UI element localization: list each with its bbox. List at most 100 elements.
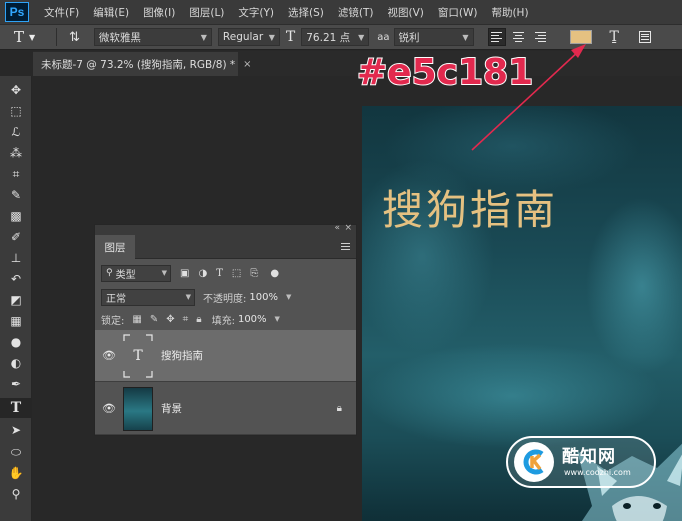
- options-bar: T ▼ ⇅ 微软雅黑 ▼ Regular ▼ T 76.21 点 ▼ aa 锐利 …: [0, 24, 682, 50]
- tab-layers[interactable]: 图层: [95, 235, 135, 259]
- gradient-tool-icon[interactable]: ▦: [0, 311, 32, 331]
- font-size-select[interactable]: 76.21 点 ▼: [301, 28, 370, 46]
- blur-tool-icon[interactable]: ●: [0, 332, 32, 352]
- lock-icon: 🔒︎: [336, 403, 342, 414]
- color-annotation-label: #e5c181: [356, 51, 534, 94]
- menu-type[interactable]: 文字(Y): [231, 5, 281, 20]
- dodge-tool-icon[interactable]: ◐: [0, 353, 32, 373]
- menu-view[interactable]: 视图(V): [380, 5, 430, 20]
- font-family-select[interactable]: 微软雅黑 ▼: [93, 28, 212, 46]
- menu-filter[interactable]: 滤镜(T): [331, 5, 381, 20]
- character-panel-icon[interactable]: [638, 31, 651, 43]
- path-selection-tool-icon[interactable]: ➤: [0, 420, 32, 440]
- text-orientation-icon[interactable]: ⇅: [69, 30, 80, 45]
- align-right-icon: [535, 32, 547, 42]
- menu-image[interactable]: 图像(I): [136, 5, 182, 20]
- panel-menu-icon[interactable]: [341, 243, 350, 250]
- warp-text-icon[interactable]: Ṯ: [610, 29, 619, 45]
- layer-filter-value: 类型: [115, 269, 136, 281]
- clone-stamp-tool-icon[interactable]: ⊥: [0, 248, 32, 268]
- quick-select-tool-icon[interactable]: ⁂: [0, 143, 32, 163]
- menu-file[interactable]: 文件(F): [37, 5, 86, 20]
- close-icon[interactable]: ×: [243, 59, 251, 70]
- fill-value[interactable]: 100%: [238, 314, 267, 325]
- pen-tool-icon[interactable]: ✒: [0, 374, 32, 394]
- pixel-filter-icon[interactable]: ▣: [180, 268, 189, 279]
- text-tool-icon[interactable]: T: [0, 398, 32, 418]
- eye-icon[interactable]: 👁︎: [95, 402, 123, 415]
- eraser-tool-icon[interactable]: ◩: [0, 290, 32, 310]
- menu-window[interactable]: 窗口(W): [431, 5, 485, 20]
- opacity-value[interactable]: 100%: [249, 292, 278, 303]
- antialias-icon: aa: [377, 31, 390, 43]
- text-layer-icon: T: [133, 347, 143, 364]
- menu-help[interactable]: 帮助(H): [484, 5, 535, 20]
- close-icon[interactable]: ×: [344, 223, 352, 233]
- layer-row-background[interactable]: 👁︎ 背景 🔒︎: [95, 383, 356, 435]
- history-brush-tool-icon[interactable]: ↶: [0, 269, 32, 289]
- hand-tool-icon[interactable]: ✋: [0, 463, 32, 483]
- text-color-swatch[interactable]: [569, 30, 592, 44]
- lock-artboard-icon[interactable]: ⌗: [183, 314, 189, 325]
- lock-row: 锁定: ▦ ✎ ✥ ⌗ 🔒︎ 填充: 100% ▼: [95, 309, 356, 329]
- adjustment-filter-icon[interactable]: ◑: [198, 268, 207, 279]
- document-tab-title: 未标题-7 @ 73.2% (搜狗指南, RGB/8) *: [41, 58, 236, 71]
- healing-brush-tool-icon[interactable]: ▩: [0, 206, 32, 226]
- menu-layer[interactable]: 图层(L): [182, 5, 231, 20]
- menu-select[interactable]: 选择(S): [281, 5, 331, 20]
- type-filter-icon[interactable]: T: [216, 268, 223, 279]
- panel-tabs: 图层: [95, 235, 356, 259]
- font-size-icon: T: [285, 29, 296, 45]
- layer-filter-row: ⚲ 类型 ▼ ▣ ◑ T ⬚ ⎘ ●: [95, 263, 356, 283]
- panel-header-bar: « ×: [95, 223, 356, 235]
- chevron-down-icon: ▼: [462, 32, 469, 42]
- chevron-down-icon: ▼: [200, 32, 207, 42]
- lock-position-icon[interactable]: ✥: [166, 314, 174, 325]
- chevron-down-icon[interactable]: ▼: [275, 315, 280, 323]
- watermark-url: www.coozhi.com: [564, 468, 631, 477]
- blend-row: 正常 ▼ 不透明度: 100% ▼: [95, 287, 356, 307]
- lock-all-icon[interactable]: 🔒︎: [196, 314, 201, 325]
- align-center-button[interactable]: [510, 28, 528, 46]
- marquee-tool-icon[interactable]: ⬚: [0, 101, 32, 121]
- collapse-icon[interactable]: «: [334, 223, 340, 233]
- lock-label: 锁定:: [101, 315, 125, 327]
- antialias-select[interactable]: 锐利 ▼: [393, 28, 474, 46]
- font-style-select[interactable]: Regular ▼: [217, 28, 280, 46]
- layer-name[interactable]: 背景: [161, 401, 182, 416]
- ellipse-tool-icon[interactable]: ⬭: [0, 442, 32, 462]
- lock-transparent-icon[interactable]: ▦: [132, 314, 141, 325]
- lock-image-icon[interactable]: ✎: [150, 314, 158, 325]
- brush-tool-icon[interactable]: ✐: [0, 227, 32, 247]
- zoom-tool-icon[interactable]: ⚲: [0, 484, 32, 504]
- move-tool-icon[interactable]: ✥: [0, 80, 32, 100]
- layers-panel: « × 图层 ⚲ 类型 ▼ ▣ ◑ T ⬚ ⎘ ● 正常 ▼ 不透明度: 100…: [94, 223, 357, 436]
- filter-toggle-icon[interactable]: ●: [270, 268, 279, 279]
- canvas-text-layer[interactable]: 搜狗指南: [382, 176, 558, 236]
- search-icon: ⚲: [106, 268, 113, 278]
- layer-filter-select[interactable]: ⚲ 类型 ▼: [101, 264, 171, 282]
- font-size-value: 76.21 点: [306, 31, 351, 44]
- align-right-button[interactable]: [532, 28, 550, 46]
- tool-preset-picker[interactable]: T ▼: [14, 28, 50, 46]
- shape-filter-icon[interactable]: ⬚: [232, 268, 241, 279]
- eye-icon[interactable]: 👁︎: [95, 349, 123, 362]
- tools-panel: ✥ ⬚ ℒ ⁂ ⌗ ✎ ▩ ✐ ⊥ ↶ ◩ ▦ ● ◐ ✒ T ➤ ⬭ ✋ ⚲: [0, 76, 32, 521]
- crop-tool-icon[interactable]: ⌗: [0, 164, 32, 184]
- opacity-label: 不透明度:: [203, 293, 247, 305]
- chevron-down-icon: ▼: [268, 32, 275, 42]
- layer-thumbnail: T: [123, 333, 153, 378]
- blend-mode-select[interactable]: 正常 ▼: [101, 288, 195, 306]
- smart-object-filter-icon[interactable]: ⎘: [250, 268, 258, 279]
- menu-edit[interactable]: 编辑(E): [86, 5, 136, 20]
- chevron-down-icon[interactable]: ▼: [286, 293, 291, 301]
- layer-row-text[interactable]: 👁︎ T 搜狗指南: [95, 330, 356, 382]
- lasso-tool-icon[interactable]: ℒ: [0, 122, 32, 142]
- align-left-button[interactable]: [487, 28, 506, 46]
- chevron-down-icon: ▼: [358, 32, 365, 42]
- layer-name[interactable]: 搜狗指南: [161, 348, 203, 363]
- eyedropper-tool-icon[interactable]: ✎: [0, 185, 32, 205]
- document-tab[interactable]: 未标题-7 @ 73.2% (搜狗指南, RGB/8) * ×: [33, 52, 252, 76]
- blend-mode-value: 正常: [106, 293, 126, 305]
- layer-thumbnail: [123, 386, 153, 431]
